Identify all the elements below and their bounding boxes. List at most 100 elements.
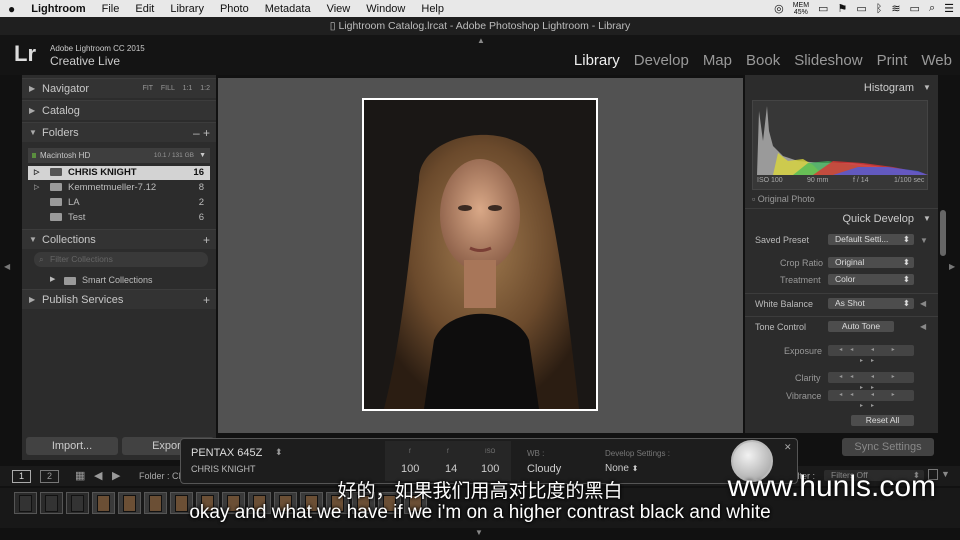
- left-panel: ▶ Navigator FIT FILL 1:1 1:2 ▶ Catalog ▼…: [22, 75, 216, 460]
- expand-triangle-icon[interactable]: ◀: [920, 322, 926, 331]
- catalog-header[interactable]: ▶ Catalog: [22, 100, 216, 120]
- navigator-modes[interactable]: FIT FILL 1:1 1:2: [143, 79, 210, 99]
- expand-triangle-icon[interactable]: ◀: [920, 299, 926, 308]
- develop-settings-value[interactable]: None ⬍: [605, 463, 638, 474]
- iso-value: 100: [481, 463, 500, 475]
- rectangle-icon[interactable]: ▭: [818, 2, 828, 15]
- catalog-title: Catalog: [42, 105, 80, 117]
- histogram-graph: [757, 106, 928, 175]
- collapse-triangle-icon[interactable]: ▼: [923, 83, 931, 92]
- list-icon[interactable]: ☰: [944, 2, 954, 15]
- search-icon[interactable]: ⌕: [929, 2, 935, 15]
- histo-focal: 90 mm: [807, 177, 829, 184]
- histo-iso: ISO 100: [757, 177, 783, 184]
- collections-title: Collections: [42, 234, 96, 246]
- import-button[interactable]: Import...: [26, 437, 118, 455]
- module-develop[interactable]: Develop: [634, 52, 689, 69]
- white-balance-value: As Shot: [835, 298, 865, 308]
- menu-metadata[interactable]: Metadata: [257, 3, 319, 15]
- volume-bar[interactable]: Macintosh HD 10.1 / 131 GB ▼: [28, 148, 210, 163]
- camera-model: PENTAX 645Z: [191, 447, 263, 459]
- bluetooth-icon[interactable]: ᛒ: [876, 3, 883, 15]
- histogram-chart[interactable]: ISO 100 90 mm f / 14 1/100 sec: [752, 100, 928, 190]
- menu-help[interactable]: Help: [413, 3, 452, 15]
- menu-window[interactable]: Window: [358, 3, 413, 15]
- clarity-stepper[interactable]: ◂◂ ◂ ▸ ▸▸: [828, 372, 914, 391]
- panel-collapse-bottom-icon[interactable]: ▼: [475, 528, 483, 537]
- menu-extras: ◎ MEM 45% ▭ ⚑ ▭ ᛒ ≋ ▭ ⌕ ☰: [774, 0, 954, 17]
- right-panel-scrollbar[interactable]: [940, 210, 946, 256]
- module-slideshow[interactable]: Slideshow: [794, 52, 862, 69]
- wifi-icon[interactable]: ≋: [891, 2, 900, 15]
- expand-triangle-icon[interactable]: ▼: [920, 236, 928, 245]
- volume-indicator: [32, 153, 36, 158]
- auto-tone-button[interactable]: Auto Tone: [828, 321, 894, 332]
- folder-name: CHRIS KNIGHT: [68, 167, 137, 178]
- treatment-dropdown[interactable]: Color ⬍: [828, 274, 914, 285]
- quick-develop-header[interactable]: Quick Develop: [745, 208, 938, 228]
- histogram-header[interactable]: Histogram: [745, 78, 938, 98]
- mem-label: MEM: [792, 1, 810, 9]
- folders-add-remove[interactable]: – +: [193, 123, 210, 143]
- exposure-stepper[interactable]: ◂◂ ◂ ▸ ▸▸: [828, 345, 914, 364]
- disclosure-icon: ▷: [34, 184, 40, 191]
- wb-value: Cloudy: [527, 463, 562, 475]
- develop-settings-head: Develop Settings :: [605, 449, 670, 458]
- collapse-triangle-icon[interactable]: ▼: [923, 214, 931, 223]
- saved-preset-label: Saved Preset: [755, 235, 810, 245]
- mem-value: 45%: [793, 8, 808, 16]
- updown-icon: ⬍: [902, 234, 910, 244]
- menu-edit[interactable]: Edit: [127, 3, 162, 15]
- creative-cloud-icon[interactable]: ◎: [774, 2, 784, 15]
- crop-ratio-dropdown[interactable]: Original ⬍: [828, 257, 914, 268]
- folder-item-la[interactable]: LA 2: [28, 196, 210, 210]
- updown-icon: ⬍: [902, 298, 910, 308]
- collection-set-icon: [64, 276, 76, 285]
- flag-icon[interactable]: ⚑: [837, 2, 847, 15]
- battery-icon[interactable]: ▭: [910, 2, 920, 15]
- module-web[interactable]: Web: [921, 52, 952, 69]
- module-library[interactable]: Library: [574, 52, 620, 69]
- smart-collections-item[interactable]: ▶ Smart Collections: [28, 273, 210, 287]
- apple-menu-icon[interactable]: ●: [0, 2, 23, 16]
- navigator-header[interactable]: ▶ Navigator FIT FILL 1:1 1:2: [22, 78, 216, 98]
- menu-view[interactable]: View: [319, 3, 359, 15]
- left-panel-toggle-icon[interactable]: ◀: [4, 262, 10, 271]
- sync-settings-button[interactable]: Sync Settings: [842, 438, 934, 456]
- original-photo-toggle[interactable]: ▫ Original Photo: [752, 194, 815, 204]
- module-map[interactable]: Map: [703, 52, 732, 69]
- exposure-info-block: [385, 441, 511, 481]
- loupe-photo[interactable]: [362, 98, 598, 411]
- menu-photo[interactable]: Photo: [212, 3, 257, 15]
- right-panel-toggle-icon[interactable]: ▶: [949, 262, 955, 271]
- collections-header[interactable]: ▼ Collections +: [22, 229, 216, 249]
- airplay-icon[interactable]: ▭: [856, 2, 866, 15]
- white-balance-dropdown[interactable]: As Shot ⬍: [828, 298, 914, 309]
- reset-all-button[interactable]: Reset All: [851, 415, 914, 426]
- folder-item-test[interactable]: Test 6: [28, 211, 210, 225]
- publish-services-header[interactable]: ▶ Publish Services +: [22, 289, 216, 309]
- search-icon: ⌕: [39, 254, 44, 264]
- module-book[interactable]: Book: [746, 52, 780, 69]
- vibrance-stepper[interactable]: ◂◂ ◂ ▸ ▸▸: [828, 390, 914, 409]
- saved-preset-dropdown[interactable]: Default Setti... ⬍: [828, 234, 914, 245]
- folders-header[interactable]: ▼ Folders – +: [22, 122, 216, 142]
- navigator-title: Navigator: [42, 83, 90, 95]
- identity-line1: Adobe Lightroom CC 2015: [50, 44, 145, 53]
- collections-add-button[interactable]: +: [203, 230, 210, 250]
- shutter-value: 100: [401, 463, 420, 475]
- menu-app[interactable]: Lightroom: [23, 3, 93, 15]
- panel-collapse-top-icon[interactable]: ▲: [477, 36, 485, 45]
- window-title: Lightroom Catalog.lrcat - Adobe Photosho…: [338, 20, 631, 32]
- wb-head: WB :: [527, 449, 545, 458]
- close-icon[interactable]: ✕: [784, 442, 792, 453]
- folder-item-chris-knight[interactable]: ▷ CHRIS KNIGHT 16: [28, 166, 210, 180]
- publish-add-button[interactable]: +: [203, 290, 210, 310]
- menu-file[interactable]: File: [94, 3, 128, 15]
- folder-item-kemmetmueller[interactable]: ▷ Kemmetmueller-7.12 8: [28, 181, 210, 195]
- menu-library[interactable]: Library: [162, 3, 212, 15]
- folder-icon: [50, 183, 62, 192]
- module-print[interactable]: Print: [877, 52, 908, 69]
- folder-icon: [50, 168, 62, 177]
- collections-filter-input[interactable]: ⌕ Filter Collections: [34, 252, 208, 267]
